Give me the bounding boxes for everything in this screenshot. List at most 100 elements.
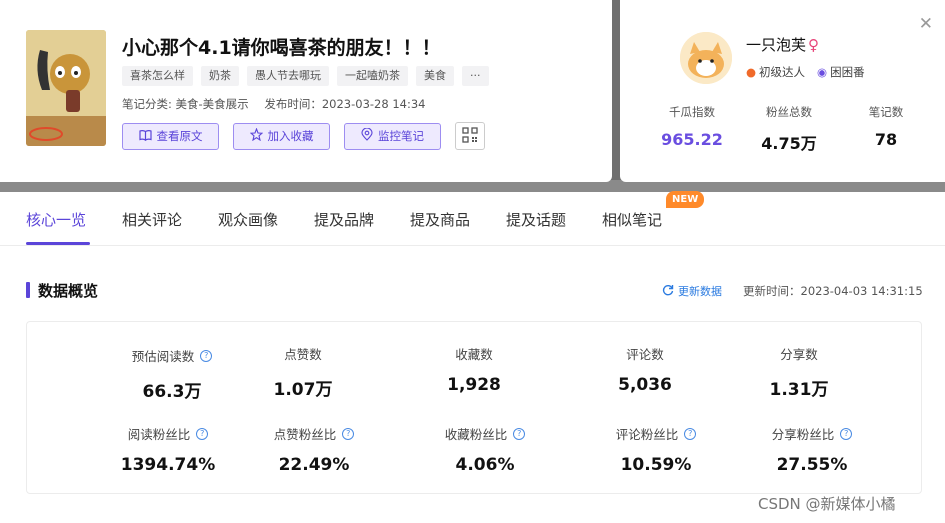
metric-like-fan-ratio: 点赞粉丝比? 22.49% <box>229 424 399 475</box>
note-tag[interactable]: 美食 <box>416 66 454 86</box>
metric-label: 预估阅读数 <box>131 349 195 364</box>
active-tab-indicator <box>26 242 90 245</box>
metric-value: 27.55% <box>776 455 848 475</box>
help-icon[interactable]: ? <box>840 427 853 440</box>
refresh-label: 更新数据 <box>678 285 722 298</box>
tab-mentioned-topics[interactable]: 提及话题 <box>506 209 566 230</box>
person-icon: ● <box>746 65 757 79</box>
metric-label: 点赞数 <box>284 347 322 362</box>
new-badge: NEW <box>666 191 705 208</box>
metric-value: 1394.74% <box>120 455 216 475</box>
author-level: ● 初级达人 <box>746 64 805 80</box>
female-icon: ♀ <box>808 36 820 54</box>
add-favorite-label: 加入收藏 <box>267 129 314 143</box>
stat-label: 千瓜指数 <box>669 105 715 119</box>
author-group-text: 困困番 <box>830 65 865 79</box>
metric-favorite-fan-ratio: 收藏粉丝比? 4.06% <box>400 424 570 475</box>
tab-audience-profile[interactable]: 观众画像 <box>218 209 278 230</box>
note-cover-image[interactable] <box>26 30 106 146</box>
stat-value: 965.22 <box>661 130 723 149</box>
stat-value: 78 <box>874 130 898 149</box>
metric-comment-fan-ratio: 评论粉丝比? 10.59% <box>571 424 741 475</box>
help-icon[interactable]: ? <box>513 427 526 440</box>
author-stat-followers: 粉丝总数 4.75万 <box>741 104 837 154</box>
metric-value: 1.07万 <box>273 380 333 400</box>
metric-label: 分享粉丝比 <box>771 427 835 442</box>
metric-value: 5,036 <box>618 375 672 395</box>
metric-label: 点赞粉丝比 <box>273 427 337 442</box>
watermark: CSDN @新媒体小橘 <box>758 495 896 513</box>
tab-core-overview[interactable]: 核心一览 <box>26 209 86 230</box>
author-stat-notes: 笔记数 78 <box>838 104 934 154</box>
note-tags: 喜茶怎么样 奶茶 愚人节去哪玩 一起嗑奶茶 美食 ··· <box>122 66 489 86</box>
author-name-text: 一只泡芙 <box>746 36 807 54</box>
metric-value: 1.31万 <box>769 380 829 400</box>
stat-value: 4.75万 <box>761 134 817 153</box>
metric-favorites: 收藏数 1,928 <box>389 344 559 395</box>
more-tags-button[interactable]: ··· <box>462 66 489 86</box>
star-icon <box>249 127 263 144</box>
metric-value: 4.06% <box>455 455 515 475</box>
author-card: ✕ 一只泡芙 ♀ ● 初级达人 ◉ 困困番 千瓜指数 965.22 粉丝总数 4.75… <box>620 0 945 182</box>
author-stat-qiangua-index: 千瓜指数 965.22 <box>644 104 740 154</box>
metric-label: 收藏粉丝比 <box>444 427 508 442</box>
tab-mentioned-brands[interactable]: 提及品牌 <box>314 209 374 230</box>
refresh-data-button[interactable]: 更新数据 <box>662 283 722 299</box>
add-favorite-button[interactable]: 加入收藏 <box>233 122 330 150</box>
tab-related-comments[interactable]: 相关评论 <box>122 209 182 230</box>
author-name[interactable]: 一只泡芙 ♀ <box>746 34 819 55</box>
help-icon[interactable]: ? <box>200 349 213 362</box>
section-title: 数据概览 <box>38 281 99 300</box>
view-original-label: 查看原文 <box>156 129 203 143</box>
note-category: 笔记分类: 美食-美食展示 <box>122 97 249 111</box>
qr-code-button[interactable] <box>455 122 485 150</box>
author-level-text: 初级达人 <box>759 65 806 79</box>
metric-label: 分享数 <box>780 347 818 362</box>
book-icon <box>138 129 152 144</box>
metric-comments: 评论数 5,036 <box>560 344 730 395</box>
tab-similar-notes[interactable]: 相似笔记 <box>602 209 662 230</box>
tab-mentioned-products[interactable]: 提及商品 <box>410 209 470 230</box>
view-original-button[interactable]: 查看原文 <box>122 122 219 150</box>
metric-label: 阅读粉丝比 <box>127 427 191 442</box>
group-icon: ◉ <box>817 65 828 79</box>
tab-bar: 核心一览 相关评论 观众画像 提及品牌 提及商品 提及话题 相似笔记 <box>0 192 945 246</box>
note-meta: 笔记分类: 美食-美食展示 发布时间：2023-03-28 14:34 <box>122 96 437 112</box>
monitor-note-label: 监控笔记 <box>378 129 424 143</box>
section-header: 数据概览 <box>26 280 98 300</box>
help-icon[interactable]: ? <box>684 427 697 440</box>
note-published-time: 发布时间：2023-03-28 14:34 <box>264 97 426 111</box>
monitor-note-button[interactable]: 监控笔记 <box>344 122 441 150</box>
metrics-panel: 预估阅读数? 66.3万 点赞数 1.07万 收藏数 1,928 评论数 5,0… <box>26 321 922 494</box>
qr-code-icon <box>462 126 478 146</box>
metric-share-fan-ratio: 分享粉丝比? 27.55% <box>727 424 897 475</box>
metric-value: 22.49% <box>278 455 350 475</box>
author-group: ◉ 困困番 <box>817 64 865 80</box>
note-tag[interactable]: 喜茶怎么样 <box>122 66 193 86</box>
note-actions: 查看原文 加入收藏 监控笔记 <box>122 122 485 150</box>
metric-likes: 点赞数 1.07万 <box>218 344 388 400</box>
metric-label: 评论数 <box>626 347 664 362</box>
metric-read-fan-ratio: 阅读粉丝比? 1394.74% <box>83 424 253 475</box>
note-tag[interactable]: 愚人节去哪玩 <box>247 66 329 86</box>
updated-time: 更新时间：2023-04-03 14:31:15 <box>743 284 923 298</box>
location-pin-icon <box>361 127 373 144</box>
note-card: 小心那个4.1请你喝喜茶的朋友！！！ 喜茶怎么样 奶茶 愚人节去哪玩 一起嗑奶茶… <box>0 0 612 182</box>
avatar[interactable] <box>680 32 732 84</box>
note-tag[interactable]: 奶茶 <box>201 66 239 86</box>
note-title: 小心那个4.1请你喝喜茶的朋友！！！ <box>122 37 441 59</box>
author-meta: ● 初级达人 ◉ 困困番 <box>746 64 865 80</box>
help-icon[interactable]: ? <box>196 427 209 440</box>
stat-label: 笔记数 <box>868 105 904 119</box>
close-icon[interactable]: ✕ <box>919 16 933 33</box>
metric-value: 10.59% <box>620 455 692 475</box>
stat-label: 粉丝总数 <box>766 105 812 119</box>
metric-label: 评论粉丝比 <box>615 427 679 442</box>
metric-value: 1,928 <box>447 375 501 395</box>
note-tag[interactable]: 一起嗑奶茶 <box>337 66 408 86</box>
metric-shares: 分享数 1.31万 <box>714 344 884 400</box>
help-icon[interactable]: ? <box>342 427 355 440</box>
section-accent-bar <box>26 282 30 298</box>
refresh-icon <box>662 284 674 299</box>
author-stats: 千瓜指数 965.22 粉丝总数 4.75万 笔记数 78 <box>644 104 934 154</box>
